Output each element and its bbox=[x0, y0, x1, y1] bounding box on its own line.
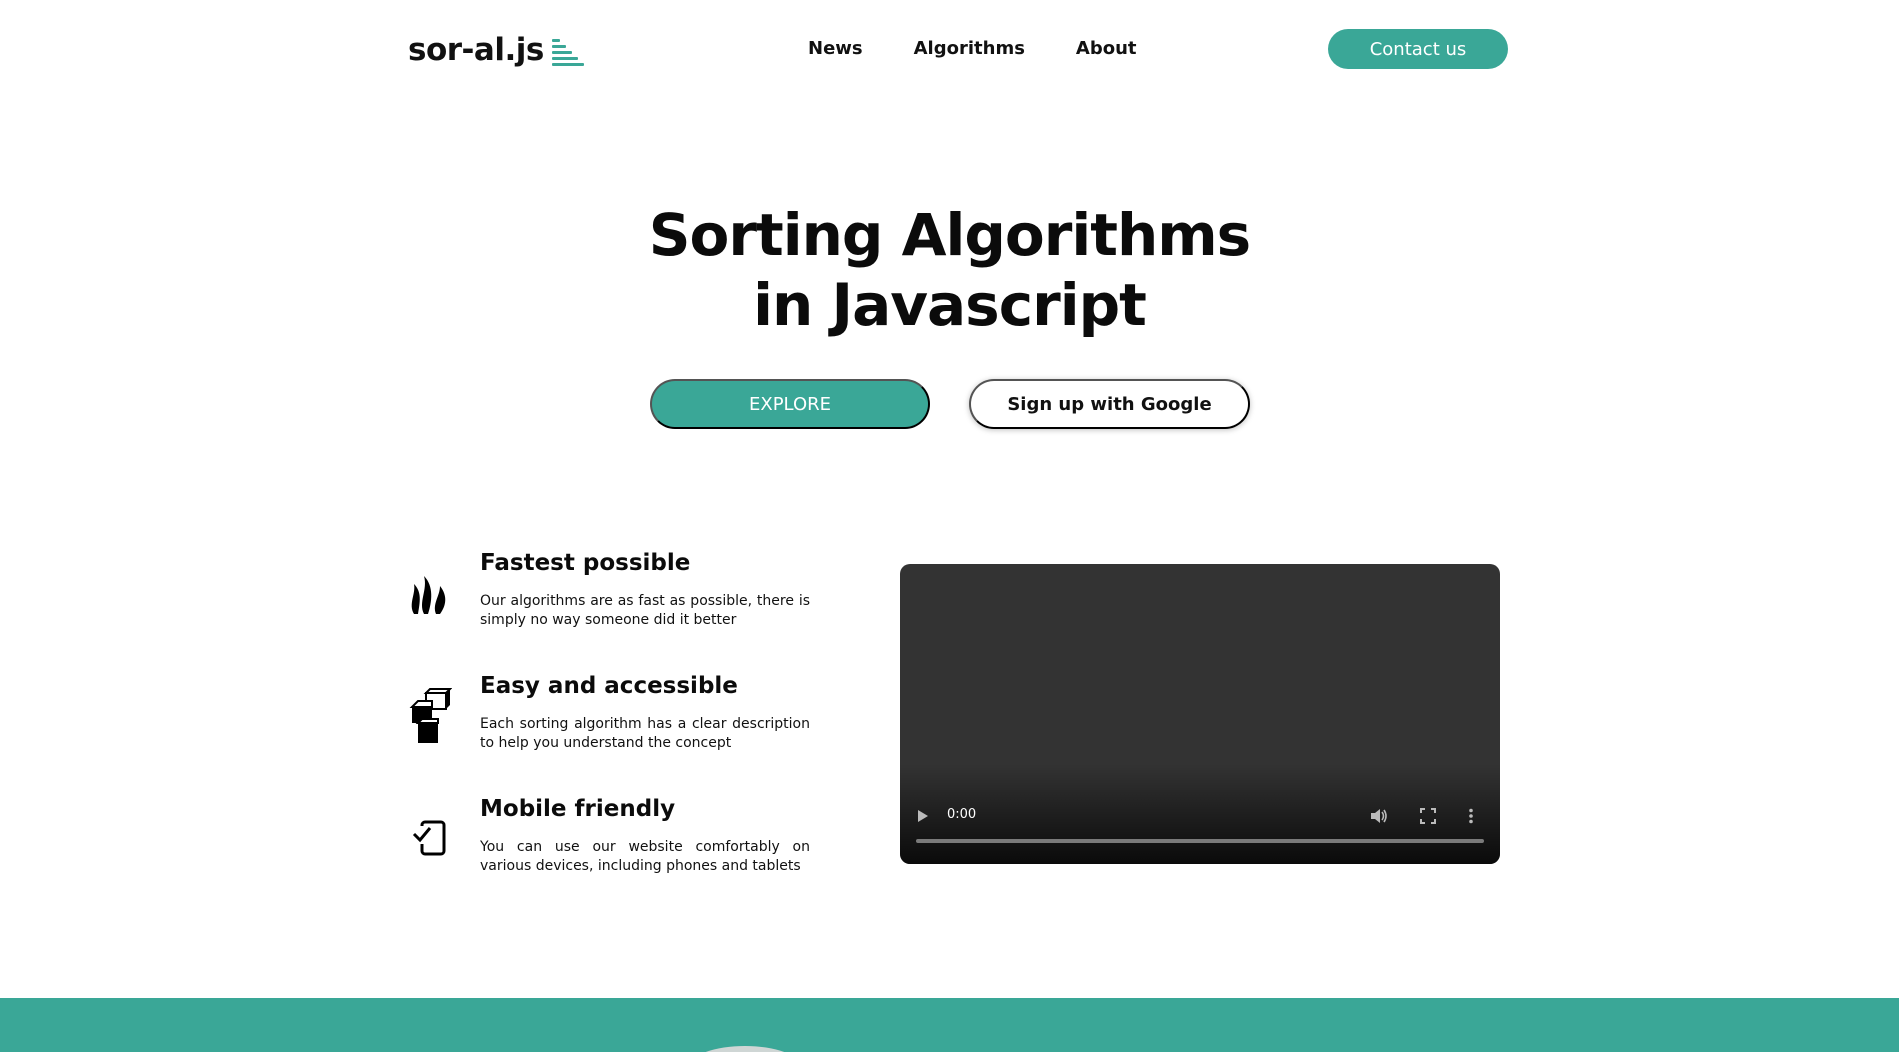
feature-item: Mobile friendly You can use our website … bbox=[408, 796, 810, 919]
footer-decoration bbox=[690, 1046, 800, 1052]
video-player[interactable]: 0:00 bbox=[900, 564, 1500, 864]
feature-description: Our algorithms are as fast as possible, … bbox=[480, 593, 810, 628]
logo[interactable]: sor-al.js bbox=[408, 30, 584, 70]
contact-us-button[interactable]: Contact us bbox=[1328, 29, 1508, 69]
more-options-icon[interactable] bbox=[1468, 808, 1474, 829]
fullscreen-icon[interactable] bbox=[1420, 808, 1436, 829]
cubes-icon bbox=[408, 687, 453, 743]
video-time: 0:00 bbox=[947, 807, 977, 822]
feature-title: Easy and accessible bbox=[480, 673, 738, 699]
feature-item: Easy and accessible Each sorting algorit… bbox=[408, 673, 810, 796]
feature-title: Mobile friendly bbox=[480, 796, 676, 822]
features-list: Fastest possible Our algorithms are as f… bbox=[408, 550, 810, 919]
logo-text: sor-al.js bbox=[408, 32, 544, 68]
mobile-check-icon bbox=[408, 810, 452, 864]
video-controls-shade bbox=[900, 764, 1500, 864]
explore-button[interactable]: EXPLORE bbox=[650, 379, 930, 429]
nav-algorithms[interactable]: Algorithms bbox=[914, 38, 1025, 59]
site-header: sor-al.js News Algorithms About Contact … bbox=[0, 0, 1899, 100]
video-progress-bar[interactable] bbox=[916, 839, 1484, 843]
nav-news[interactable]: News bbox=[808, 38, 863, 59]
feature-item: Fastest possible Our algorithms are as f… bbox=[408, 550, 810, 673]
main-nav: News Algorithms About bbox=[808, 38, 1137, 59]
feature-description: You can use our website comfortably on v… bbox=[480, 839, 810, 874]
bars-logo-icon bbox=[551, 38, 584, 66]
play-icon[interactable] bbox=[918, 810, 928, 822]
footer-band bbox=[0, 998, 1899, 1052]
nav-about[interactable]: About bbox=[1076, 38, 1137, 59]
hero-title-line2: in Javascript bbox=[753, 271, 1147, 339]
hero-title: Sorting Algorithms in Javascript bbox=[0, 200, 1899, 340]
hero-title-line1: Sorting Algorithms bbox=[648, 201, 1251, 269]
volume-icon[interactable] bbox=[1370, 808, 1388, 829]
flame-icon bbox=[408, 564, 452, 618]
feature-description: Each sorting algorithm has a clear descr… bbox=[480, 716, 810, 751]
feature-title: Fastest possible bbox=[480, 550, 691, 576]
google-signup-button[interactable]: Sign up with Google bbox=[969, 379, 1250, 429]
